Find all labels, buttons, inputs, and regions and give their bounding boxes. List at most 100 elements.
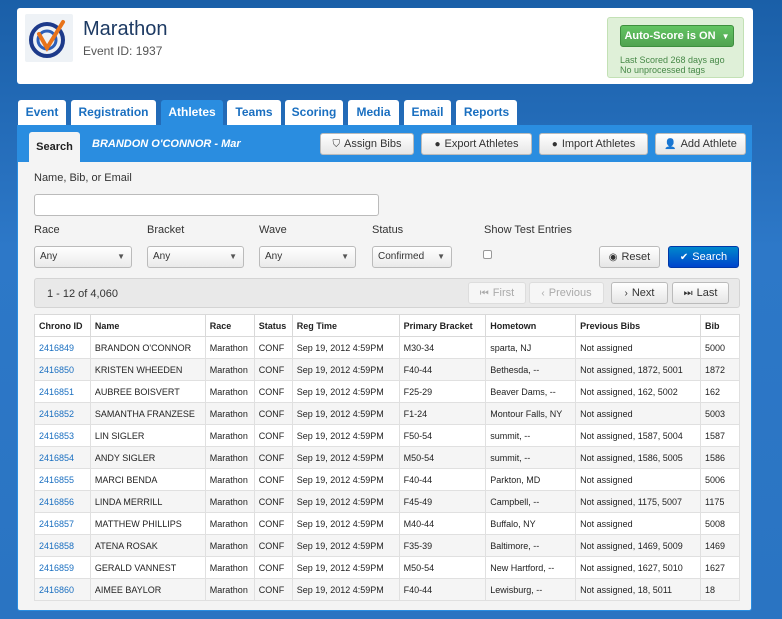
tab-media[interactable]: Media	[348, 100, 399, 125]
tab-search[interactable]: Search	[29, 132, 80, 162]
table-row[interactable]: 2416854 ANDY SIGLER Marathon CONF Sep 19, 20…	[34, 446, 740, 469]
search-label: Search	[692, 251, 728, 263]
tab-registration[interactable]: Registration	[71, 100, 156, 125]
table-row[interactable]: 2416851 AUBREE BOISVERT Marathon CONF Sep 19…	[34, 380, 740, 403]
table-row[interactable]: 2416856 LINDA MERRILL Marathon CONF Sep 19, …	[34, 490, 740, 513]
cell-chrono-id[interactable]: 2416852	[34, 402, 91, 425]
cell-chrono-id[interactable]: 2416851	[34, 380, 91, 403]
cell-name: AIMEE BAYLOR	[89, 578, 206, 601]
cell-race: Marathon	[204, 446, 255, 469]
tab-event[interactable]: Event	[18, 100, 66, 125]
cell-previous-bibs: Not assigned, 1586, 5005	[575, 446, 702, 469]
add-athlete-button[interactable]: 👤 Add Athlete	[655, 133, 746, 155]
next-page-button[interactable]: › Next	[611, 282, 668, 304]
race-select[interactable]: Any ▼	[34, 246, 132, 268]
tab-reports[interactable]: Reports	[456, 100, 517, 125]
cell-hometown: New Hartford, --	[485, 556, 577, 579]
export-athletes-button[interactable]: ● Export Athletes	[421, 133, 532, 155]
user-icon: 👤	[664, 139, 677, 150]
column-header-name[interactable]: Name	[89, 314, 206, 337]
table-header-row: Chrono ID Name Race Status Reg Time Prim…	[34, 314, 740, 337]
cell-bib: 1872	[700, 358, 740, 381]
first-page-button[interactable]: ⏮ First	[468, 282, 526, 304]
previous-label: Previous	[548, 287, 592, 299]
first-label: First	[492, 287, 515, 299]
cell-hometown: Montour Falls, NY	[485, 402, 577, 425]
table-row[interactable]: 2416858 ATENA ROSAK Marathon CONF Sep 19, 20…	[34, 534, 740, 557]
tab-athletes[interactable]: Athletes	[161, 100, 223, 125]
caret-down-icon: ▼	[229, 252, 237, 261]
cell-reg-time: Sep 19, 2012 4:59PM	[291, 556, 400, 579]
cell-race: Marathon	[204, 556, 255, 579]
cell-previous-bibs: Not assigned	[575, 512, 702, 535]
cell-bib: 1175	[700, 490, 740, 513]
table-row[interactable]: 2416859 GERALD VANNEST Marathon CONF Sep 19,…	[34, 556, 740, 579]
cell-primary-bracket: F40-44	[398, 578, 487, 601]
table-row[interactable]: 2416849 BRANDON O'CONNOR Marathon CONF Sep 1…	[34, 336, 740, 359]
column-header-reg-time[interactable]: Reg Time	[291, 314, 400, 337]
cell-chrono-id[interactable]: 2416854	[34, 446, 91, 469]
cell-race: Marathon	[204, 512, 255, 535]
cell-reg-time: Sep 19, 2012 4:59PM	[291, 578, 400, 601]
cell-name: LINDA MERRILL	[89, 490, 206, 513]
cell-status: CONF	[253, 424, 293, 447]
column-header-status[interactable]: Status	[253, 314, 293, 337]
table-row[interactable]: 2416850 KRISTEN WHEEDEN Marathon CONF Sep 19…	[34, 358, 740, 381]
cell-chrono-id[interactable]: 2416857	[34, 512, 91, 535]
export-athletes-label: Export Athletes	[444, 138, 519, 150]
column-header-hometown[interactable]: Hometown	[485, 314, 577, 337]
cell-race: Marathon	[204, 490, 255, 513]
cell-name: ANDY SIGLER	[89, 446, 206, 469]
reset-button[interactable]: ◉ Reset	[599, 246, 660, 268]
cell-bib: 5003	[700, 402, 740, 425]
tab-teams[interactable]: Teams	[227, 100, 281, 125]
autoscore-box: Auto-Score is ON ▼ Last Scored 268 days …	[607, 17, 744, 78]
table-row[interactable]: 2416855 MARCI BENDA Marathon CONF Sep 19, 20…	[34, 468, 740, 491]
column-header-race[interactable]: Race	[204, 314, 255, 337]
cell-primary-bracket: F1-24	[398, 402, 487, 425]
bracket-select[interactable]: Any ▼	[147, 246, 244, 268]
cell-bib: 5008	[700, 512, 740, 535]
status-select[interactable]: Confirmed ▼	[372, 246, 452, 268]
cell-reg-time: Sep 19, 2012 4:59PM	[291, 534, 400, 557]
table-row[interactable]: 2416860 AIMEE BAYLOR Marathon CONF Sep 19, 2…	[34, 578, 740, 601]
cell-chrono-id[interactable]: 2416855	[34, 468, 91, 491]
show-test-entries-checkbox[interactable]	[483, 250, 492, 259]
cell-hometown: summit, --	[485, 446, 577, 469]
cell-bib: 1627	[700, 556, 740, 579]
column-header-bib[interactable]: Bib	[700, 314, 740, 337]
cell-chrono-id[interactable]: 2416850	[34, 358, 91, 381]
tab-scoring[interactable]: Scoring	[285, 100, 343, 125]
previous-page-button[interactable]: ‹ Previous	[529, 282, 604, 304]
cell-chrono-id[interactable]: 2416853	[34, 424, 91, 447]
cell-race: Marathon	[204, 358, 255, 381]
column-header-primary-bracket[interactable]: Primary Bracket	[398, 314, 487, 337]
name-search-input[interactable]	[34, 194, 379, 216]
last-page-icon: ⏭	[683, 288, 693, 299]
reset-label: Reset	[621, 251, 651, 263]
cell-primary-bracket: F25-29	[398, 380, 487, 403]
last-page-button[interactable]: ⏭ Last	[672, 282, 729, 304]
table-row[interactable]: 2416853 LIN SIGLER Marathon CONF Sep 19, 201…	[34, 424, 740, 447]
export-icon: ●	[434, 139, 441, 150]
assign-bibs-button[interactable]: ⛉ Assign Bibs	[320, 133, 414, 155]
cell-name: KRISTEN WHEEDEN	[89, 358, 206, 381]
autoscore-toggle-button[interactable]: Auto-Score is ON ▼	[620, 25, 734, 47]
cell-status: CONF	[253, 556, 293, 579]
cell-race: Marathon	[204, 424, 255, 447]
column-header-previous-bibs[interactable]: Previous Bibs	[575, 314, 702, 337]
table-row[interactable]: 2416857 MATTHEW PHILLIPS Marathon CONF Sep 1…	[34, 512, 740, 535]
cell-chrono-id[interactable]: 2416858	[34, 534, 91, 557]
cell-chrono-id[interactable]: 2416860	[34, 578, 91, 601]
cell-primary-bracket: M40-44	[398, 512, 487, 535]
import-athletes-button[interactable]: ● Import Athletes	[539, 133, 648, 155]
cell-chrono-id[interactable]: 2416856	[34, 490, 91, 513]
wave-select[interactable]: Any ▼	[259, 246, 356, 268]
search-button[interactable]: ✔ Search	[668, 246, 739, 268]
cell-chrono-id[interactable]: 2416849	[34, 336, 91, 359]
table-row[interactable]: 2416852 SAMANTHA FRANZESE Marathon CONF Sep …	[34, 402, 740, 425]
cell-race: Marathon	[204, 380, 255, 403]
tab-email[interactable]: Email	[404, 100, 451, 125]
column-header-chrono-id[interactable]: Chrono ID	[34, 314, 91, 337]
cell-chrono-id[interactable]: 2416859	[34, 556, 91, 579]
